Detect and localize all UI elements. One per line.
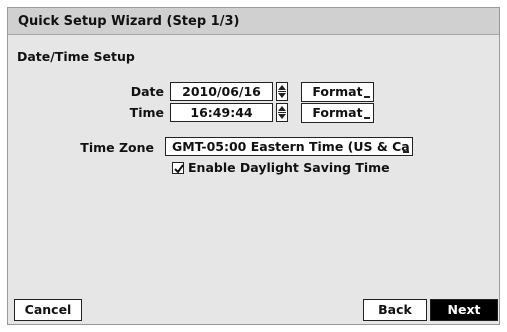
next-button[interactable]: Next <box>430 299 498 321</box>
spinner-divider <box>278 112 286 113</box>
check-icon <box>174 164 184 174</box>
dropdown-indicator-icon <box>403 151 409 153</box>
back-button[interactable]: Back <box>363 299 427 321</box>
date-label: Date <box>130 84 164 99</box>
time-format-label: Format <box>312 105 363 120</box>
spinner-up-icon[interactable] <box>278 85 286 90</box>
time-label: Time <box>129 105 164 120</box>
spinner-down-icon[interactable] <box>278 114 286 119</box>
dst-checkbox[interactable] <box>172 162 184 174</box>
time-spinner[interactable] <box>276 103 288 122</box>
timezone-label: Time Zone <box>80 140 154 155</box>
spinner-divider <box>278 91 286 92</box>
spinner-down-icon[interactable] <box>278 93 286 98</box>
dst-label: Enable Daylight Saving Time <box>188 160 390 175</box>
time-format-button[interactable]: Format <box>301 103 374 123</box>
date-field[interactable]: 2010/06/16 <box>170 82 273 101</box>
dropdown-indicator-icon <box>364 117 370 119</box>
date-spinner[interactable] <box>276 82 288 101</box>
timezone-dropdown[interactable]: GMT-05:00 Eastern Time (US & Ca <box>165 137 413 156</box>
spinner-up-icon[interactable] <box>278 106 286 111</box>
date-format-label: Format <box>312 84 363 99</box>
dropdown-indicator-icon <box>364 96 370 98</box>
timezone-value: GMT-05:00 Eastern Time (US & Ca <box>172 139 410 154</box>
cancel-button[interactable]: Cancel <box>14 299 82 321</box>
section-title: Date/Time Setup <box>17 49 135 64</box>
time-field[interactable]: 16:49:44 <box>170 103 273 122</box>
dialog-title: Quick Setup Wizard (Step 1/3) <box>8 8 499 35</box>
date-format-button[interactable]: Format <box>301 82 374 102</box>
